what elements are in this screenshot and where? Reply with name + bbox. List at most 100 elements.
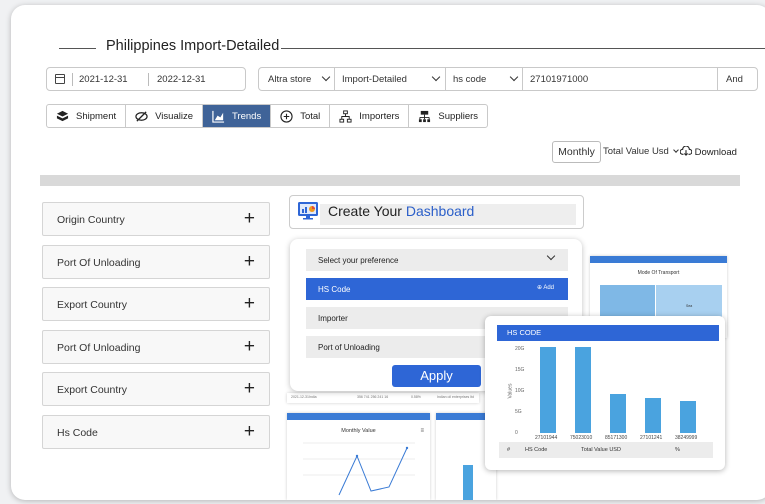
hs-table-header: # HS Code Total Value USD % [499,442,713,458]
download-label: Download [694,147,737,158]
filter-label: Port Of Unloading [57,257,141,269]
download-button[interactable]: Download [679,145,737,158]
tab-suppliers[interactable]: Suppliers [409,105,487,127]
tab-label: Trends [232,110,262,122]
filter-export-country-2[interactable]: Export Country + [42,372,270,406]
chart-icon [212,110,225,123]
title-divider-right [281,48,765,49]
org-icon [419,110,431,122]
add-button[interactable]: ⊕ Add [537,284,554,291]
plus-icon[interactable]: + [244,421,255,443]
tab-label: Total [300,110,321,122]
thumb-header-label: Mode of Transport [593,264,622,268]
col-total-value: Total Value USD [581,447,621,453]
col-hs-code: HS Code [525,447,548,453]
title-prefix: Create Your [328,203,402,219]
date-range-picker[interactable]: 2021-12-31 2022-12-31 [46,67,246,91]
preference-label: Importer [318,314,348,323]
filter-port-of-unloading-2[interactable]: Port Of Unloading + [42,330,270,364]
add-label: Add [543,285,554,291]
title-divider-left [59,48,96,49]
preference-heading: Select your preference [318,256,399,265]
metric-label: Total Value Usd [603,146,669,157]
filter-export-country[interactable]: Export Country + [42,287,270,321]
dataset-select[interactable]: Import-Detailed [342,74,407,85]
x-tick-label: 85171300 [605,435,628,441]
tab-total[interactable]: Total [271,105,331,127]
tab-trends[interactable]: Trends [203,105,272,127]
plus-icon[interactable]: + [244,378,255,400]
divider [334,68,335,90]
tab-importers[interactable]: Importers [330,105,410,127]
divider [72,73,73,86]
x-tick-label: 27101241 [640,435,663,441]
plus-icon[interactable]: + [244,251,255,273]
chevron-down-icon[interactable] [546,251,556,261]
menu-icon[interactable]: ≡ [420,428,424,434]
source-select[interactable]: Altra store [268,74,311,85]
search-input[interactable]: 27101971000 [530,74,588,85]
metric-select[interactable]: Total Value Usd [603,146,680,157]
thumb-header: Mode of Transport [590,256,727,268]
monthly-value-thumbnail: Month Monthly Value ≡ [287,413,430,500]
table-cell: Indian oil enterprises ltd [437,395,474,399]
bar[interactable] [540,346,556,433]
bar[interactable] [610,393,626,433]
preference-select[interactable]: Select your preference [306,249,568,271]
operator-select[interactable]: And [726,74,743,85]
apply-button[interactable]: Apply [392,365,481,387]
y-tick-label: 10G [515,388,525,394]
plus-circle-icon [280,109,293,123]
y-tick-label: 20G [515,346,525,352]
chevron-down-icon[interactable] [509,72,519,82]
plus-icon[interactable]: + [244,336,255,358]
field-select[interactable]: hs code [453,74,486,85]
chevron-down-icon[interactable] [321,72,331,82]
chevron-down-icon [673,147,680,153]
hierarchy-icon [339,109,352,123]
filter-origin-country[interactable]: Origin Country + [42,202,270,236]
tab-label: Shipment [76,110,117,122]
hs-code-chart-panel: HS CODE Values 20G 15G 10G 5G 0 27101944 7502… [485,316,725,470]
table-strip-thumbnail: 2021-12-31 India 356 741 256 241 16 0.58… [287,393,479,403]
filter-label: Export Country [57,299,128,311]
preference-hs-code[interactable]: HS Code ⊕ Add [306,278,568,300]
filter-port-of-unloading[interactable]: Port Of Unloading + [42,245,270,279]
date-from[interactable]: 2021-12-31 [79,74,128,85]
period-select[interactable]: Monthly [552,141,601,163]
box-icon [56,110,69,121]
thumb-header-label: Month [290,421,300,425]
dashboard-logo-icon [298,202,318,220]
eye-off-icon [135,110,148,122]
thumb-title: Monthly Value [341,428,376,434]
hs-chart-header: HS CODE [497,325,719,341]
divider [522,68,523,90]
divider [445,68,446,90]
bar[interactable] [645,397,661,433]
date-to[interactable]: 2022-12-31 [157,74,206,85]
col-percent: % [675,447,680,453]
filter-label: Export Country [57,384,128,396]
y-tick-label: 0 [515,430,518,436]
calendar-icon [55,74,65,84]
dashboard-banner: Create Your Dashboard [289,195,584,229]
tab-visualize[interactable]: Visualize [126,105,203,127]
bar[interactable] [575,347,591,433]
chevron-down-icon[interactable] [431,72,441,82]
plus-icon[interactable]: + [244,293,255,315]
main-card: Philippines Import-Detailed 2021-12-31 2… [11,5,765,500]
thumb-header: Month [287,413,430,425]
plus-icon[interactable]: + [244,208,255,230]
thumb-title: Mode Of Transport [637,270,680,276]
filter-label: Port Of Unloading [57,342,141,354]
filter-hs-code[interactable]: Hs Code + [42,415,270,449]
thumb-bar [463,465,473,500]
search-combo: Altra store Import-Detailed hs code 2710… [258,67,758,91]
filter-label: Hs Code [57,427,98,439]
bar[interactable] [680,401,696,433]
separator-bar [40,175,740,186]
table-cell: India [309,395,317,399]
divider [148,73,149,86]
tab-shipment[interactable]: Shipment [47,105,127,127]
table-cell: 0.58% [411,395,421,399]
